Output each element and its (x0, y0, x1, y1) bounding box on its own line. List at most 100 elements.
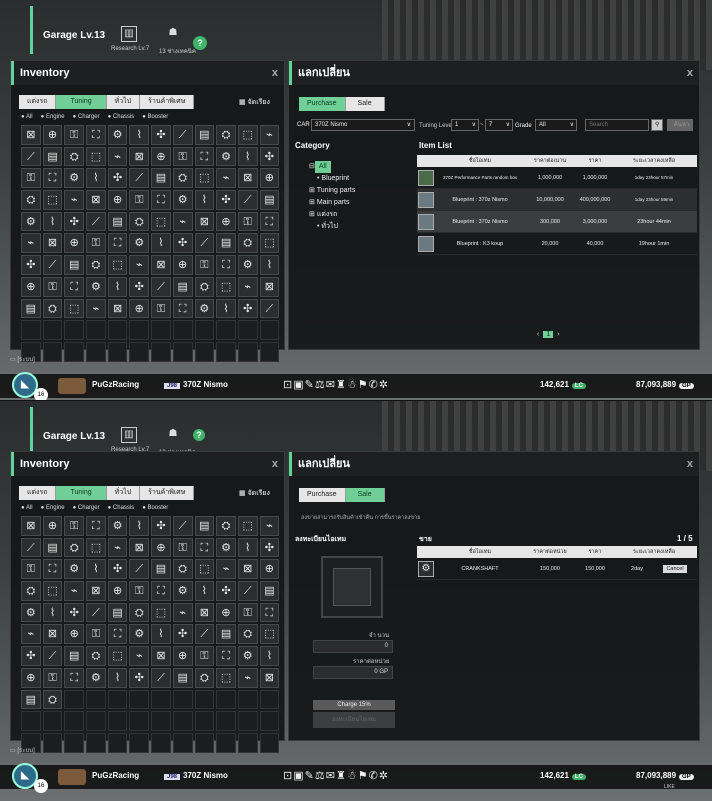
inventory-slot-item[interactable]: ⚿ (21, 559, 41, 580)
inventory-slot-item[interactable]: ⛭ (21, 581, 41, 601)
help-icon[interactable]: ? (193, 429, 205, 441)
inventory-slot-item[interactable]: ⊠ (151, 255, 171, 275)
inventory-slot-item[interactable]: ⌁ (172, 211, 193, 232)
inventory-slot-item[interactable]: ⛭ (86, 255, 106, 275)
inventory-slot-item[interactable]: ⌁ (86, 298, 106, 319)
inventory-slot-item[interactable]: ⌁ (129, 646, 150, 666)
inventory-slot-item[interactable]: ▤ (107, 211, 128, 232)
inventory-slot-item[interactable]: ▤ (172, 667, 193, 688)
inventory-slot-item[interactable]: ⬚ (237, 125, 258, 145)
inventory-slot-item[interactable]: ⊕ (21, 276, 41, 297)
inventory-slot-item[interactable]: ⛶ (64, 667, 85, 688)
inventory-slot-item[interactable]: ⛶ (42, 168, 63, 189)
inventory-slot-item[interactable]: ⚿ (42, 276, 63, 297)
inventory-slot-empty[interactable] (259, 711, 280, 731)
tab-general[interactable]: ทั่วไป (106, 486, 141, 500)
inventory-slot-item[interactable]: ⟋ (172, 516, 193, 536)
inventory-slot-item[interactable]: ⛭ (21, 190, 41, 210)
inventory-slot-item[interactable]: ⛶ (194, 537, 215, 558)
inventory-slot-item[interactable]: ⌁ (107, 537, 128, 558)
inventory-slot-item[interactable]: ⌇ (42, 602, 63, 623)
tab-tuning[interactable]: Tuning (56, 95, 107, 109)
inventory-slot-item[interactable]: ⛭ (42, 298, 63, 319)
inventory-slot-empty[interactable] (172, 320, 193, 340)
inventory-slot-item[interactable]: ⬚ (237, 516, 258, 536)
inventory-slot-item[interactable]: ⟋ (194, 233, 215, 254)
trophy-icon[interactable]: ♜ (336, 379, 347, 391)
inventory-slot-item[interactable]: ⊠ (107, 298, 128, 319)
inventory-slot-item[interactable]: ⌁ (237, 276, 258, 297)
inventory-slot-item[interactable]: ✣ (151, 516, 171, 536)
inventory-slot-empty[interactable] (151, 320, 171, 340)
inventory-slot-item[interactable]: ⌇ (107, 667, 128, 688)
inventory-slot-item[interactable]: ⚙ (216, 146, 236, 167)
inventory-slot-item[interactable]: ⊕ (64, 624, 85, 645)
inventory-slot-empty[interactable] (86, 320, 106, 340)
inventory-slot-item[interactable]: ⌁ (64, 190, 85, 210)
inventory-slot-item[interactable]: ▤ (216, 233, 236, 254)
inventory-slot-empty[interactable] (194, 320, 215, 340)
inventory-slot-item[interactable]: ⊕ (172, 255, 193, 275)
inventory-icon[interactable]: ▣ (293, 379, 304, 391)
inventory-slot-item[interactable]: ⬚ (151, 211, 171, 232)
inventory-slot-item[interactable]: ⛭ (129, 211, 150, 232)
tab-general[interactable]: ทั่วไป (106, 95, 141, 109)
inventory-slot-empty[interactable] (237, 711, 258, 731)
inventory-slot-item[interactable]: ✣ (107, 168, 128, 189)
inventory-slot-item[interactable]: ⚿ (237, 211, 258, 232)
inventory-slot-item[interactable]: ✣ (151, 125, 171, 145)
inventory-slot-item[interactable]: ⊠ (259, 667, 280, 688)
inventory-icon[interactable]: ▣ (293, 770, 304, 782)
inventory-slot-item[interactable]: ✣ (216, 190, 236, 210)
inventory-slot-item[interactable]: ⟋ (237, 190, 258, 210)
inventory-slot-item[interactable]: ⛶ (42, 559, 63, 580)
technician-icon[interactable]: ☗ (165, 427, 181, 443)
inventory-slot-item[interactable]: ⚿ (86, 233, 106, 254)
inventory-slot-item[interactable]: ⬚ (194, 168, 215, 189)
inventory-slot-item[interactable]: ⌁ (172, 602, 193, 623)
inventory-slot-empty[interactable] (237, 320, 258, 340)
inventory-slot-item[interactable]: ⌇ (151, 624, 171, 645)
help-icon[interactable]: ? (193, 36, 207, 50)
inventory-slot-item[interactable]: ⛶ (259, 211, 280, 232)
inventory-slot-item[interactable]: ⚙ (107, 125, 128, 145)
tab-sale[interactable]: Sale (345, 488, 385, 502)
inventory-slot-item[interactable]: ⌇ (259, 646, 280, 666)
inventory-slot-item[interactable]: ⌇ (216, 298, 236, 319)
category-all[interactable]: ⊟ All (309, 161, 355, 173)
chat-icon[interactable]: ✆ (369, 379, 379, 391)
inventory-slot-item[interactable]: ⌇ (194, 581, 215, 601)
sort-button[interactable]: ▦ จัดเรียง (239, 488, 270, 499)
inventory-slot-item[interactable]: ⟋ (42, 646, 63, 666)
inventory-slot-item[interactable]: ⛶ (151, 190, 171, 210)
inventory-slot-item[interactable]: ⛶ (259, 602, 280, 623)
inventory-slot-item[interactable]: ⟋ (129, 559, 150, 580)
inventory-slot-item[interactable]: ⌇ (86, 168, 106, 189)
inventory-slot-item[interactable]: ⊕ (107, 581, 128, 601)
category-decorate[interactable]: ⊞ แต่งรถ (309, 209, 355, 221)
inventory-slot-item[interactable]: ▤ (21, 689, 41, 710)
research-icon[interactable]: ▥ (121, 427, 137, 443)
inventory-slot-item[interactable]: ⚙ (172, 190, 193, 210)
col-price[interactable]: ราคา (575, 155, 615, 167)
inventory-slot-item[interactable]: ⊕ (107, 190, 128, 210)
mail-icon[interactable]: ✉ (326, 379, 336, 391)
inventory-slot-item[interactable]: ▤ (64, 646, 85, 666)
badge-icon[interactable]: ⚑ (358, 379, 369, 391)
inventory-slot-item[interactable]: ⌁ (129, 255, 150, 275)
inventory-slot-item[interactable]: ⊕ (259, 168, 280, 189)
inventory-slot-empty[interactable] (194, 711, 215, 731)
inventory-slot-item[interactable]: ⚿ (172, 146, 193, 167)
inventory-slot-item[interactable]: ⛶ (86, 125, 106, 145)
bag-icon[interactable]: ⊡ (283, 379, 293, 391)
table-row[interactable]: Blueprint : K3 koup 20,000 40,000 19hour… (417, 233, 697, 255)
inventory-slot-item[interactable]: ⊕ (216, 211, 236, 232)
inventory-slot-item[interactable]: ✣ (129, 667, 150, 688)
inventory-slot-empty[interactable] (42, 320, 63, 340)
inventory-slot-item[interactable]: ⬚ (151, 602, 171, 623)
tab-decorate[interactable]: แต่งรถ (19, 95, 57, 109)
inventory-slot-item[interactable]: ⚙ (86, 667, 106, 688)
category-general[interactable]: • ทั่วไป (309, 221, 355, 233)
inventory-slot-item[interactable]: ⊕ (151, 537, 171, 558)
inventory-slot-item[interactable]: ⬚ (194, 559, 215, 580)
